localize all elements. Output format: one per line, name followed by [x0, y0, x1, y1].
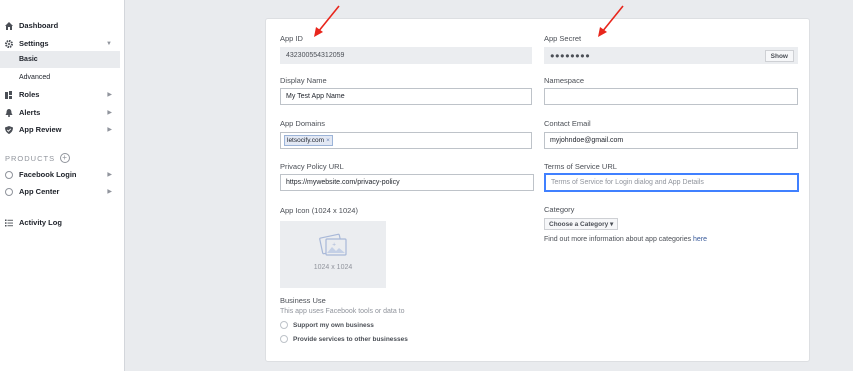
namespace-label: Namespace: [544, 76, 585, 85]
add-product-icon[interactable]: +: [60, 153, 71, 163]
sidebar: Dashboard Settings ▼ Basic Advanced Role…: [0, 0, 125, 371]
remove-token-icon[interactable]: ×: [326, 137, 330, 144]
sidebar-item-app-center[interactable]: App Center ▶: [0, 183, 124, 200]
bell-icon: [5, 108, 13, 117]
terms-of-service-input[interactable]: Terms of Service for Login dialog and Ap…: [544, 173, 799, 192]
product-circle-icon: [5, 187, 13, 196]
sidebar-item-basic[interactable]: Basic: [0, 51, 120, 68]
domain-token: letsocify.com ×: [284, 135, 333, 146]
business-use-label: Business Use: [280, 296, 326, 305]
sidebar-item-dashboard[interactable]: Dashboard: [0, 17, 124, 34]
privacy-policy-input[interactable]: https://mywebsite.com/privacy-policy: [280, 174, 534, 191]
sidebar-item-label: Basic: [19, 56, 38, 63]
app-secret-value: ●●●●●●●●: [550, 51, 591, 60]
sidebar-item-advanced[interactable]: Advanced: [0, 69, 120, 86]
namespace-input[interactable]: [544, 88, 798, 105]
list-icon: [5, 219, 13, 227]
terms-of-service-label: Terms of Service URL: [544, 162, 617, 171]
sidebar-item-label: App Review: [19, 125, 62, 134]
basic-settings-card: App ID 432300554312059 App Secret ●●●●●●…: [265, 18, 810, 362]
app-domains-label: App Domains: [280, 119, 326, 128]
sidebar-item-alerts[interactable]: Alerts ▶: [0, 104, 124, 121]
contact-email-input[interactable]: myjohndoe@gmail.com: [544, 132, 798, 149]
annotation-arrow-app-secret: [598, 5, 624, 37]
chevron-right-icon: ▶: [107, 127, 112, 133]
radio-support-own-business[interactable]: Support my own business: [280, 321, 374, 329]
category-label: Category: [544, 205, 575, 214]
sidebar-item-activity-log[interactable]: Activity Log: [0, 214, 124, 231]
chevron-right-icon: ▶: [107, 110, 112, 116]
sidebar-item-label: Facebook Login: [19, 170, 77, 179]
radio-circle[interactable]: [280, 335, 288, 343]
sidebar-item-label: Settings: [19, 39, 49, 48]
chevron-right-icon: ▶: [107, 92, 112, 98]
products-heading: PRODUCTS +: [5, 153, 71, 163]
sidebar-item-settings[interactable]: Settings ▼: [0, 35, 124, 52]
sidebar-item-label: Activity Log: [19, 218, 62, 227]
choose-category-button[interactable]: Choose a Category ▾: [544, 218, 619, 230]
svg-text:+: +: [332, 242, 336, 248]
contact-email-label: Contact Email: [544, 119, 591, 128]
category-info-text: Find out more information about app cate…: [544, 236, 694, 243]
sidebar-item-label: Advanced: [19, 74, 51, 81]
display-name-label: Display Name: [280, 76, 327, 85]
display-name-input[interactable]: My Test App Name: [280, 88, 532, 105]
sidebar-item-app-review[interactable]: App Review ▶: [0, 121, 124, 138]
app-icon-dimensions: 1024 x 1024: [313, 264, 353, 271]
category-info-link[interactable]: here: [693, 236, 707, 243]
gear-icon: [5, 39, 13, 48]
image-placeholder-icon: +: [319, 233, 347, 256]
roles-icon: [5, 90, 13, 99]
radio-label: Support my own business: [293, 321, 374, 329]
chevron-down-icon: ▼: [106, 40, 112, 47]
show-secret-button[interactable]: Show: [764, 50, 794, 62]
product-circle-icon: [5, 170, 13, 179]
home-icon: [5, 21, 13, 30]
app-icon-label: App Icon (1024 x 1024): [280, 206, 358, 215]
annotation-arrow-app-id: [314, 5, 340, 37]
domain-token-label: letsocify.com: [287, 137, 325, 144]
app-secret-field: ●●●●●●●● Show: [544, 47, 798, 64]
business-use-description: This app uses Facebook tools or data to: [280, 308, 405, 315]
app-id-label: App ID: [280, 34, 303, 43]
sidebar-item-label: Alerts: [19, 108, 41, 117]
sidebar-item-label: Roles: [19, 90, 40, 99]
app-id-field: 432300554312059: [280, 47, 532, 64]
radio-circle[interactable]: [280, 321, 288, 329]
products-label: PRODUCTS: [5, 153, 56, 163]
radio-label: Provide services to other businesses: [293, 335, 408, 343]
app-icon-upload[interactable]: + 1024 x 1024: [280, 221, 386, 288]
category-info: Find out more information about app cate…: [544, 236, 707, 243]
shield-icon: [5, 125, 13, 134]
chevron-right-icon: ▶: [107, 189, 112, 195]
sidebar-item-roles[interactable]: Roles ▶: [0, 86, 124, 103]
sidebar-item-label: App Center: [19, 187, 60, 196]
privacy-policy-label: Privacy Policy URL: [280, 162, 344, 171]
radio-provide-services[interactable]: Provide services to other businesses: [280, 335, 408, 343]
chevron-right-icon: ▶: [107, 172, 112, 178]
sidebar-item-facebook-login[interactable]: Facebook Login ▶: [0, 166, 124, 183]
sidebar-item-label: Dashboard: [19, 21, 59, 30]
app-secret-label: App Secret: [544, 34, 582, 43]
app-domains-input[interactable]: letsocify.com ×: [280, 132, 532, 149]
